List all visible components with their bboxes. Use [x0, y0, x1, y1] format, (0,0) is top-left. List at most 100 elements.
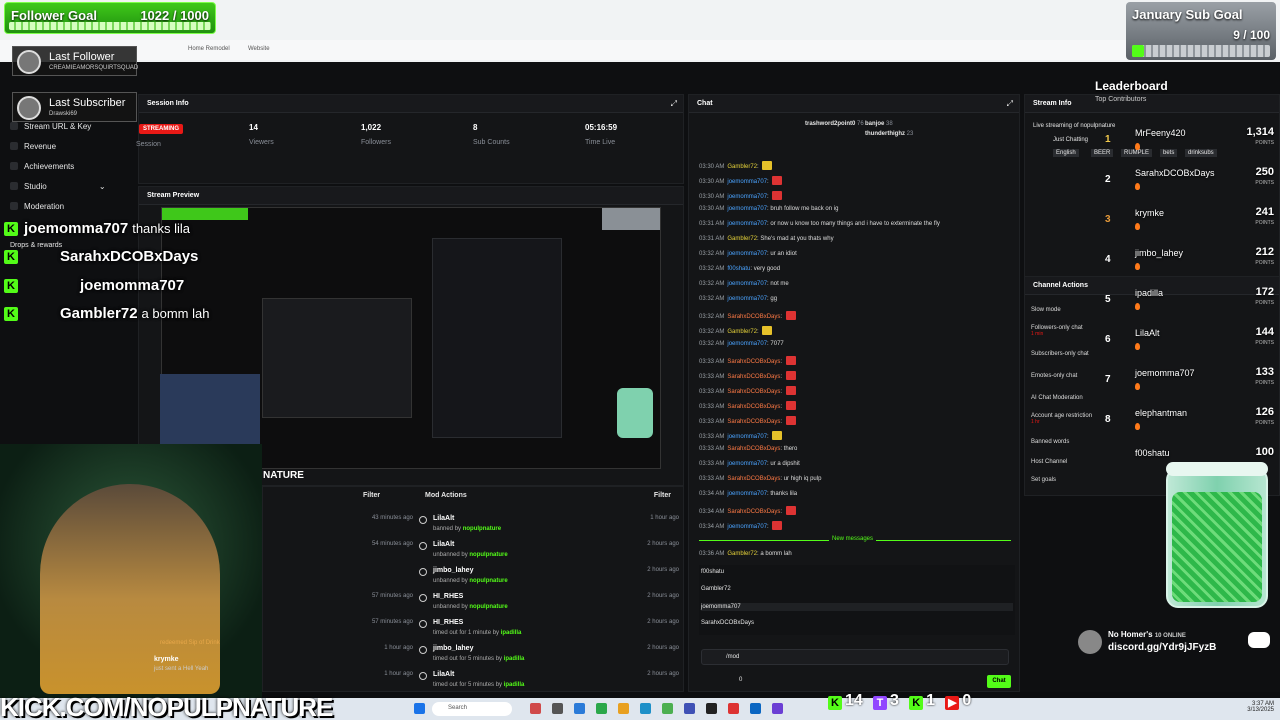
- app-icon[interactable]: [574, 703, 585, 714]
- avatar: [1078, 630, 1102, 654]
- chat-message: 03:32 AM Gambler72:: [699, 326, 773, 335]
- follower-goal-bar: [9, 22, 211, 30]
- app-icon[interactable]: [772, 703, 783, 714]
- app-icon[interactable]: [684, 703, 695, 714]
- emote-icon: [772, 521, 783, 530]
- chat-message: 03:33 AM SarahxDCOBxDays: ur high iq pulp: [699, 476, 822, 482]
- sub-goal-value: 9 / 100: [1233, 28, 1270, 42]
- twitch-icon: T: [873, 695, 888, 710]
- chat-message: 03:33 AM SarahxDCOBxDays:: [699, 371, 796, 380]
- kick-alt-viewers: 1: [926, 692, 936, 709]
- chat-message: 03:32 AM joemomma707: gg: [699, 296, 778, 302]
- mod-action-row: 1 hour ago jimbo_lahey timed out for 5 min…: [384, 645, 679, 662]
- chat-input[interactable]: /mod: [701, 649, 1009, 665]
- followers-value: 1,022: [361, 123, 382, 132]
- category: Just Chatting: [1053, 137, 1089, 143]
- webcam-secondary: [160, 374, 260, 444]
- channel-action-banned-words[interactable]: Banned words: [1031, 439, 1069, 445]
- preview-chat: [432, 238, 562, 438]
- pinned-gifter: banjoe 38: [865, 121, 893, 127]
- panel-title: Mod Actions: [425, 492, 467, 499]
- channel-action-slow-mode[interactable]: Slow mode: [1031, 307, 1061, 313]
- follower-goal-value: 1022 / 1000: [140, 8, 209, 23]
- app-icon[interactable]: [618, 703, 629, 714]
- filter-button[interactable]: Filter: [654, 492, 671, 499]
- app-icon[interactable]: [596, 703, 607, 714]
- preview-jar: [617, 388, 653, 438]
- chat-message: 03:34 AM joemomma707:: [699, 521, 783, 530]
- bookmark-home-remodel[interactable]: Home Remodel: [188, 46, 230, 52]
- channel-action-subs-only[interactable]: Subscribers-only chat: [1031, 351, 1089, 357]
- app-icon[interactable]: [706, 703, 717, 714]
- ban-icon: [419, 516, 427, 524]
- left-filter-button[interactable]: Filter: [363, 492, 380, 499]
- app-icon[interactable]: [530, 703, 541, 714]
- sidebar-item-achievements[interactable]: Achievements: [10, 162, 74, 171]
- discord-server-name: No Homer's: [1108, 630, 1153, 639]
- pinned-gifter: thunderthighz 23: [865, 131, 914, 137]
- chat-message: 03:31 AM Gambler72: She's mad at you that…: [699, 236, 834, 242]
- taskbar-search[interactable]: Search: [432, 702, 512, 716]
- suggestion-item[interactable]: f00shatu: [701, 569, 724, 575]
- app-icon[interactable]: [750, 703, 761, 714]
- sidebar-item-revenue[interactable]: Revenue: [10, 142, 56, 151]
- emote-bar[interactable]: [701, 635, 1011, 645]
- chat-message: 03:32 AM joemomma707: 7077: [699, 341, 784, 347]
- sidebar-item-stream-url[interactable]: Stream URL & Key: [10, 122, 91, 131]
- emote-icon: [785, 506, 796, 515]
- suggestion-item[interactable]: joemomma707: [701, 603, 1013, 611]
- chat-message: 03:34 AM joemomma707: thanks lila: [699, 491, 798, 497]
- chrome-icon[interactable]: [662, 703, 673, 714]
- channel-action-followers-only[interactable]: Followers-only chat 1 min: [1031, 325, 1083, 337]
- kick-icon: K: [828, 695, 842, 710]
- mod-action-row: 57 minutes ago HI_RHES unbanned by nopulpn…: [371, 593, 679, 610]
- windows-start-icon[interactable]: [414, 703, 425, 714]
- key-icon: [10, 122, 18, 130]
- emote-icon: [772, 176, 783, 185]
- event-text: just sent a Hell Yeah: [154, 666, 209, 672]
- leaderboard-row: 5 ipadilla 172 POINTS: [1100, 286, 1276, 322]
- expand-icon[interactable]: ⤢: [1007, 99, 1013, 109]
- sidebar-item-moderation[interactable]: Moderation: [10, 202, 64, 211]
- last-subscriber-overlay: Last Subscriber Drawski69: [12, 92, 137, 122]
- jar-overlay: [1166, 462, 1268, 608]
- sub-goal-title: January Sub Goal: [1132, 7, 1243, 22]
- taskbar-clock: 3:37 AM 3/13/2025: [1247, 701, 1274, 713]
- avatar: [17, 96, 41, 120]
- chat-message: 03:33 AM SarahxDCOBxDays:: [699, 356, 796, 365]
- send-chat-button[interactable]: Chat: [987, 675, 1011, 688]
- kick-icon: K: [4, 221, 18, 236]
- last-follower-overlay: Last Follower CREAMIEAMORSQUIRTSQUAD: [12, 46, 138, 76]
- emote-icon: [762, 161, 773, 170]
- chat-message: 03:32 AM f00shatu: very good: [699, 266, 781, 272]
- sub-goal-bar: [1132, 45, 1270, 57]
- chat-message: 03:30 AM joemomma707:: [699, 176, 783, 185]
- sidebar-item-studio[interactable]: Studio ⌄: [10, 182, 106, 191]
- leaderboard-subtitle: Top Contributors: [1095, 96, 1147, 103]
- channel-action-emotes-only[interactable]: Emotes-only chat: [1031, 373, 1077, 379]
- viewers-label: Viewers: [249, 139, 274, 146]
- emote-icon: [785, 401, 796, 410]
- bookmark-website[interactable]: Website: [248, 46, 270, 52]
- app-icon[interactable]: [640, 703, 651, 714]
- expand-icon[interactable]: ⤢: [671, 99, 677, 109]
- emote-icon: [785, 416, 796, 425]
- suggestion-item[interactable]: Gambler72: [701, 586, 731, 592]
- viewers-value: 14: [249, 123, 258, 132]
- channel-action-ai-moderation[interactable]: AI Chat Moderation: [1031, 395, 1083, 401]
- suggestion-item[interactable]: SarahxDCOBxDays: [701, 620, 754, 626]
- mod-actions-panel: Filter Mod Actions Filter 43 minutes ago…: [262, 486, 684, 692]
- leaderboard-row: 7 joemomma707 133 POINTS: [1100, 366, 1276, 402]
- time-live-value: 05:16:59: [585, 123, 618, 132]
- followers-label: Followers: [361, 139, 391, 146]
- discord-icon: [1248, 632, 1270, 648]
- leaderboard-row: 8 elephantman 126 POINTS: [1100, 406, 1276, 442]
- kick-icon: K: [4, 278, 18, 293]
- channel-action-set-goals[interactable]: Set goals: [1031, 477, 1056, 483]
- emote-icon: [785, 386, 796, 395]
- app-icon[interactable]: [552, 703, 563, 714]
- channel-action-account-age[interactable]: Account age restriction 1 hr: [1031, 413, 1092, 425]
- channel-action-host[interactable]: Host Channel: [1031, 459, 1067, 465]
- emote-icon: [785, 356, 796, 365]
- app-icon[interactable]: [728, 703, 739, 714]
